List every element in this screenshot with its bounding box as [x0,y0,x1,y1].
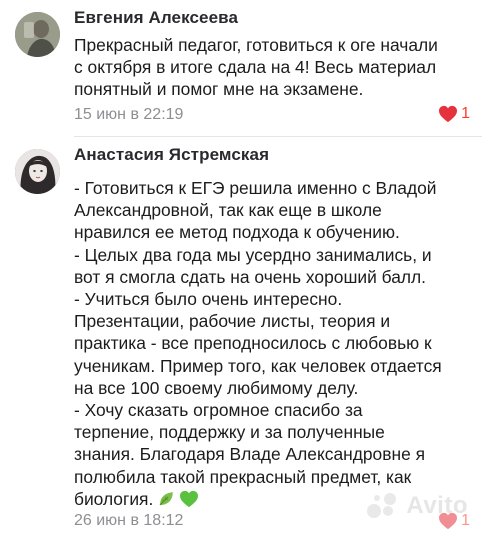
green-heart-emoji-icon [179,490,199,513]
avatar-photo-icon [15,149,60,194]
comment-author[interactable]: Евгения Алексеева [74,8,238,28]
heart-icon [438,512,458,530]
heart-icon [438,105,458,123]
avatar[interactable] [15,149,60,194]
comment-date[interactable]: 26 июн в 18:12 [74,512,183,530]
avatar[interactable] [15,12,60,57]
like-button[interactable]: 1 [438,105,470,123]
comment-author[interactable]: Анастасия Ястремская [74,145,269,165]
like-button[interactable]: 1 [438,512,470,530]
comment-item: Евгения Алексеева Прекрасный педагог, го… [0,0,482,137]
comment-text: - Готовиться к ЕГЭ решила именно с Владо… [74,177,474,513]
comment-text: Прекрасный педагог, готовиться к оге нач… [74,35,438,100]
like-count: 1 [461,105,470,122]
comment-date[interactable]: 15 июн в 22:19 [74,106,183,124]
avatar-photo-icon [15,12,60,57]
leaf-emoji-icon [157,490,175,513]
comment-text-body: - Готовиться к ЕГЭ решила именно с Владо… [74,178,442,509]
like-count: 1 [461,512,470,529]
comment-item: Анастасия Ястремская - Готовиться к ЕГЭ … [0,137,482,540]
